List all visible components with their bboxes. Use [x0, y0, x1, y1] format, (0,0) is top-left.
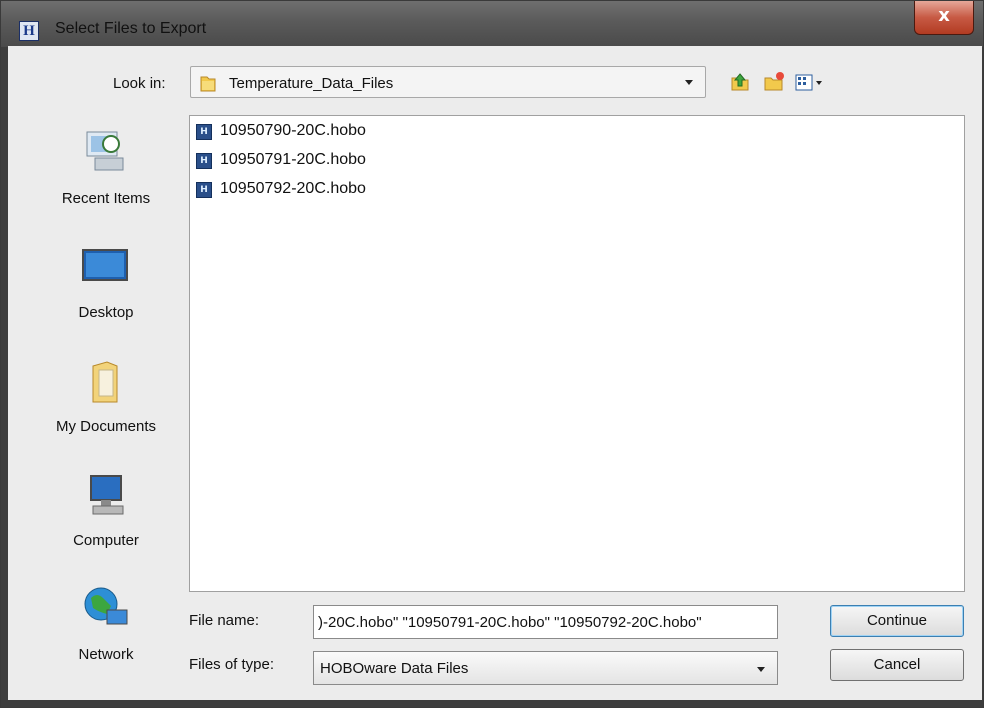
look-in-label: Look in: — [113, 75, 166, 92]
place-desktop[interactable]: Desktop — [40, 242, 172, 342]
my-documents-icon — [92, 361, 118, 403]
window-title: Select Files to Export — [55, 20, 207, 37]
file-name-input[interactable] — [313, 605, 778, 639]
cancel-button[interactable]: Cancel — [830, 649, 964, 681]
file-name-text: 10950791-20C.hobo — [220, 151, 366, 168]
place-network[interactable]: Network — [40, 584, 172, 684]
hoboware-app-icon: H — [19, 21, 39, 41]
place-label: Recent Items — [61, 190, 151, 207]
file-name-text: 10950790-20C.hobo — [220, 122, 366, 139]
place-label: Computer — [73, 532, 139, 549]
look-in-value: Temperature_Data_Files — [229, 75, 394, 92]
place-recent-items[interactable]: Recent Items — [40, 128, 172, 228]
hobo-file-icon: H — [196, 153, 212, 169]
file-list[interactable]: H 10950790-20C.hobo H 10950791-20C.hobo … — [189, 115, 965, 592]
place-label: My Documents — [55, 418, 157, 435]
recent-items-icon — [86, 131, 124, 171]
file-name-label: File name: — [189, 612, 260, 629]
network-icon — [84, 587, 128, 625]
place-label: Network — [78, 646, 134, 663]
up-one-level-icon[interactable] — [728, 70, 752, 94]
hobo-file-icon: H — [196, 182, 212, 198]
file-type-label: Files of type: — [189, 656, 275, 673]
desktop-icon — [82, 249, 128, 281]
file-name-text: 10950792-20C.hobo — [220, 180, 366, 197]
chevron-down-icon — [685, 80, 693, 85]
new-folder-icon[interactable] — [762, 70, 786, 94]
title-bar[interactable]: H Select Files to Export x — [1, 1, 983, 47]
continue-button[interactable]: Continue — [830, 605, 964, 637]
view-menu-icon[interactable] — [794, 70, 828, 94]
hobo-file-icon: H — [196, 124, 212, 140]
folder-icon — [200, 76, 216, 92]
place-my-documents[interactable]: My Documents — [40, 356, 172, 456]
places-bar: Recent Items Desktop My Documents Comput… — [40, 112, 172, 690]
file-type-select[interactable]: HOBOware Data Files — [313, 651, 778, 685]
chevron-down-icon — [757, 667, 765, 672]
look-in-combo[interactable]: Temperature_Data_Files — [190, 66, 706, 98]
place-label: Desktop — [78, 304, 134, 321]
computer-icon — [90, 475, 124, 515]
close-button[interactable]: x — [914, 1, 974, 35]
file-type-value: HOBOware Data Files — [320, 660, 469, 677]
place-computer[interactable]: Computer — [40, 470, 172, 570]
